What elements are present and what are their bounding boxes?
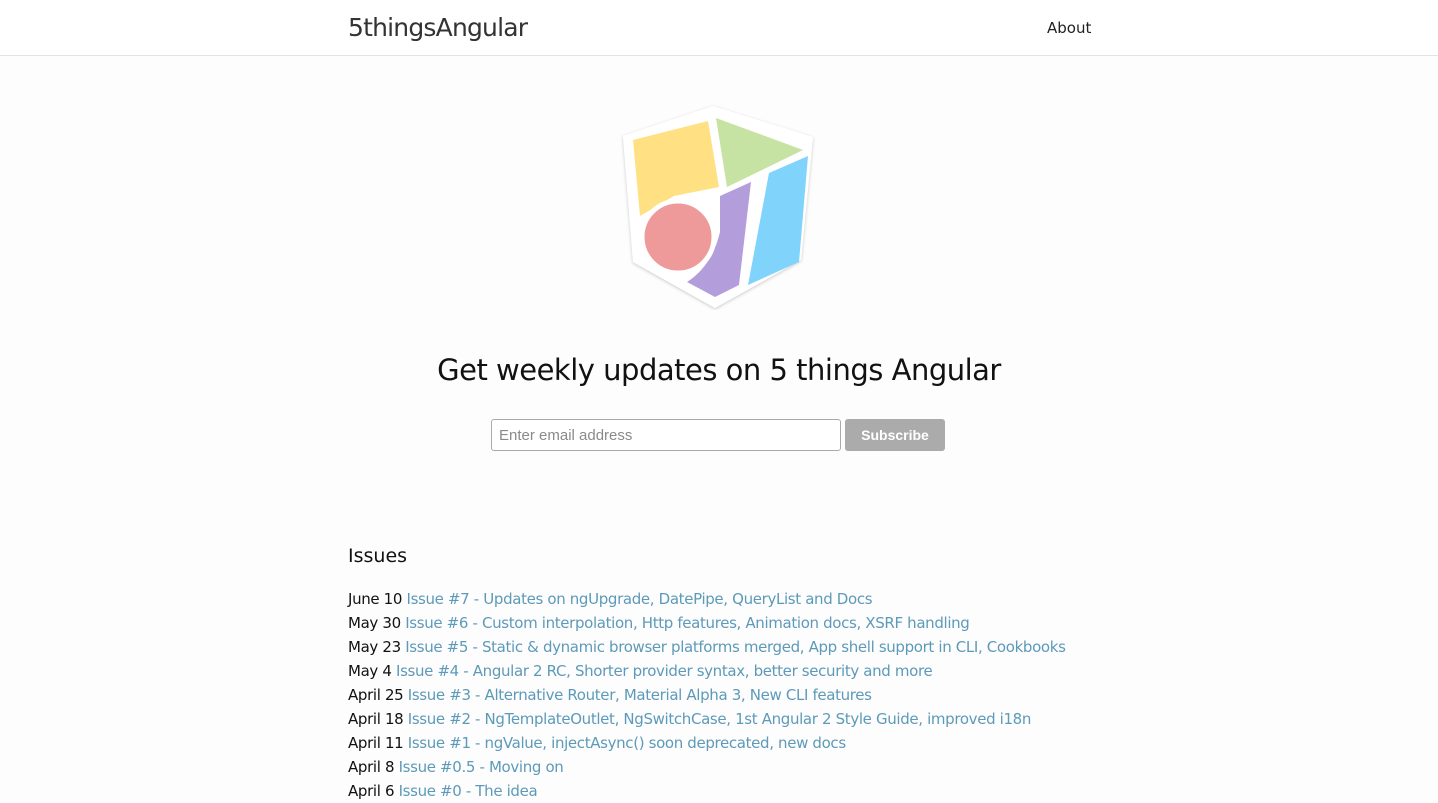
issue-item: May 30 Issue #6 - Custom interpolation, … <box>348 611 1066 635</box>
issue-date: April 25 <box>348 686 404 704</box>
issue-link[interactable]: Issue #0.5 - Moving on <box>399 758 564 776</box>
issue-link[interactable]: Issue #2 - NgTemplateOutlet, NgSwitchCas… <box>408 710 1032 728</box>
issue-date: April 11 <box>348 734 404 752</box>
issue-date: May 23 <box>348 638 401 656</box>
issue-link[interactable]: Issue #0 - The idea <box>399 782 538 800</box>
issue-item: April 11 Issue #1 - ngValue, injectAsync… <box>348 731 1066 755</box>
issue-link[interactable]: Issue #4 - Angular 2 RC, Shorter provide… <box>396 662 933 680</box>
issue-link[interactable]: Issue #6 - Custom interpolation, Http fe… <box>405 614 970 632</box>
issue-date: May 30 <box>348 614 401 632</box>
issues-heading: Issues <box>348 545 408 567</box>
logo-red-circle <box>639 198 717 276</box>
site-header: 5thingsAngular About <box>0 0 1438 56</box>
issue-item: April 25 Issue #3 - Alternative Router, … <box>348 683 1066 707</box>
issue-link[interactable]: Issue #7 - Updates on ngUpgrade, DatePip… <box>407 590 873 608</box>
issue-link[interactable]: Issue #3 - Alternative Router, Material … <box>408 686 872 704</box>
issue-date: April 6 <box>348 782 395 800</box>
issue-item: April 8 Issue #0.5 - Moving on <box>348 755 1066 779</box>
issue-item: June 10 Issue #7 - Updates on ngUpgrade,… <box>348 587 1066 611</box>
issue-date: April 8 <box>348 758 395 776</box>
issue-link[interactable]: Issue #1 - ngValue, injectAsync() soon d… <box>408 734 846 752</box>
nav-about-link[interactable]: About <box>1047 18 1091 38</box>
issue-link[interactable]: Issue #5 - Static & dynamic browser plat… <box>405 638 1066 656</box>
site-title-link[interactable]: 5thingsAngular <box>348 12 528 44</box>
issue-item: April 6 Issue #0 - The idea <box>348 779 1066 803</box>
issue-date: June 10 <box>348 590 403 608</box>
issue-date: April 18 <box>348 710 404 728</box>
hero-headline: Get weekly updates on 5 things Angular <box>437 353 1001 387</box>
issue-date: May 4 <box>348 662 392 680</box>
issues-list: June 10 Issue #7 - Updates on ngUpgrade,… <box>348 587 1066 803</box>
issue-item: April 18 Issue #2 - NgTemplateOutlet, Ng… <box>348 707 1066 731</box>
subscribe-button[interactable]: Subscribe <box>845 419 945 451</box>
issue-item: May 23 Issue #5 - Static & dynamic brows… <box>348 635 1066 659</box>
site-logo <box>623 106 813 308</box>
email-input[interactable] <box>491 419 841 451</box>
issue-item: May 4 Issue #4 - Angular 2 RC, Shorter p… <box>348 659 1066 683</box>
